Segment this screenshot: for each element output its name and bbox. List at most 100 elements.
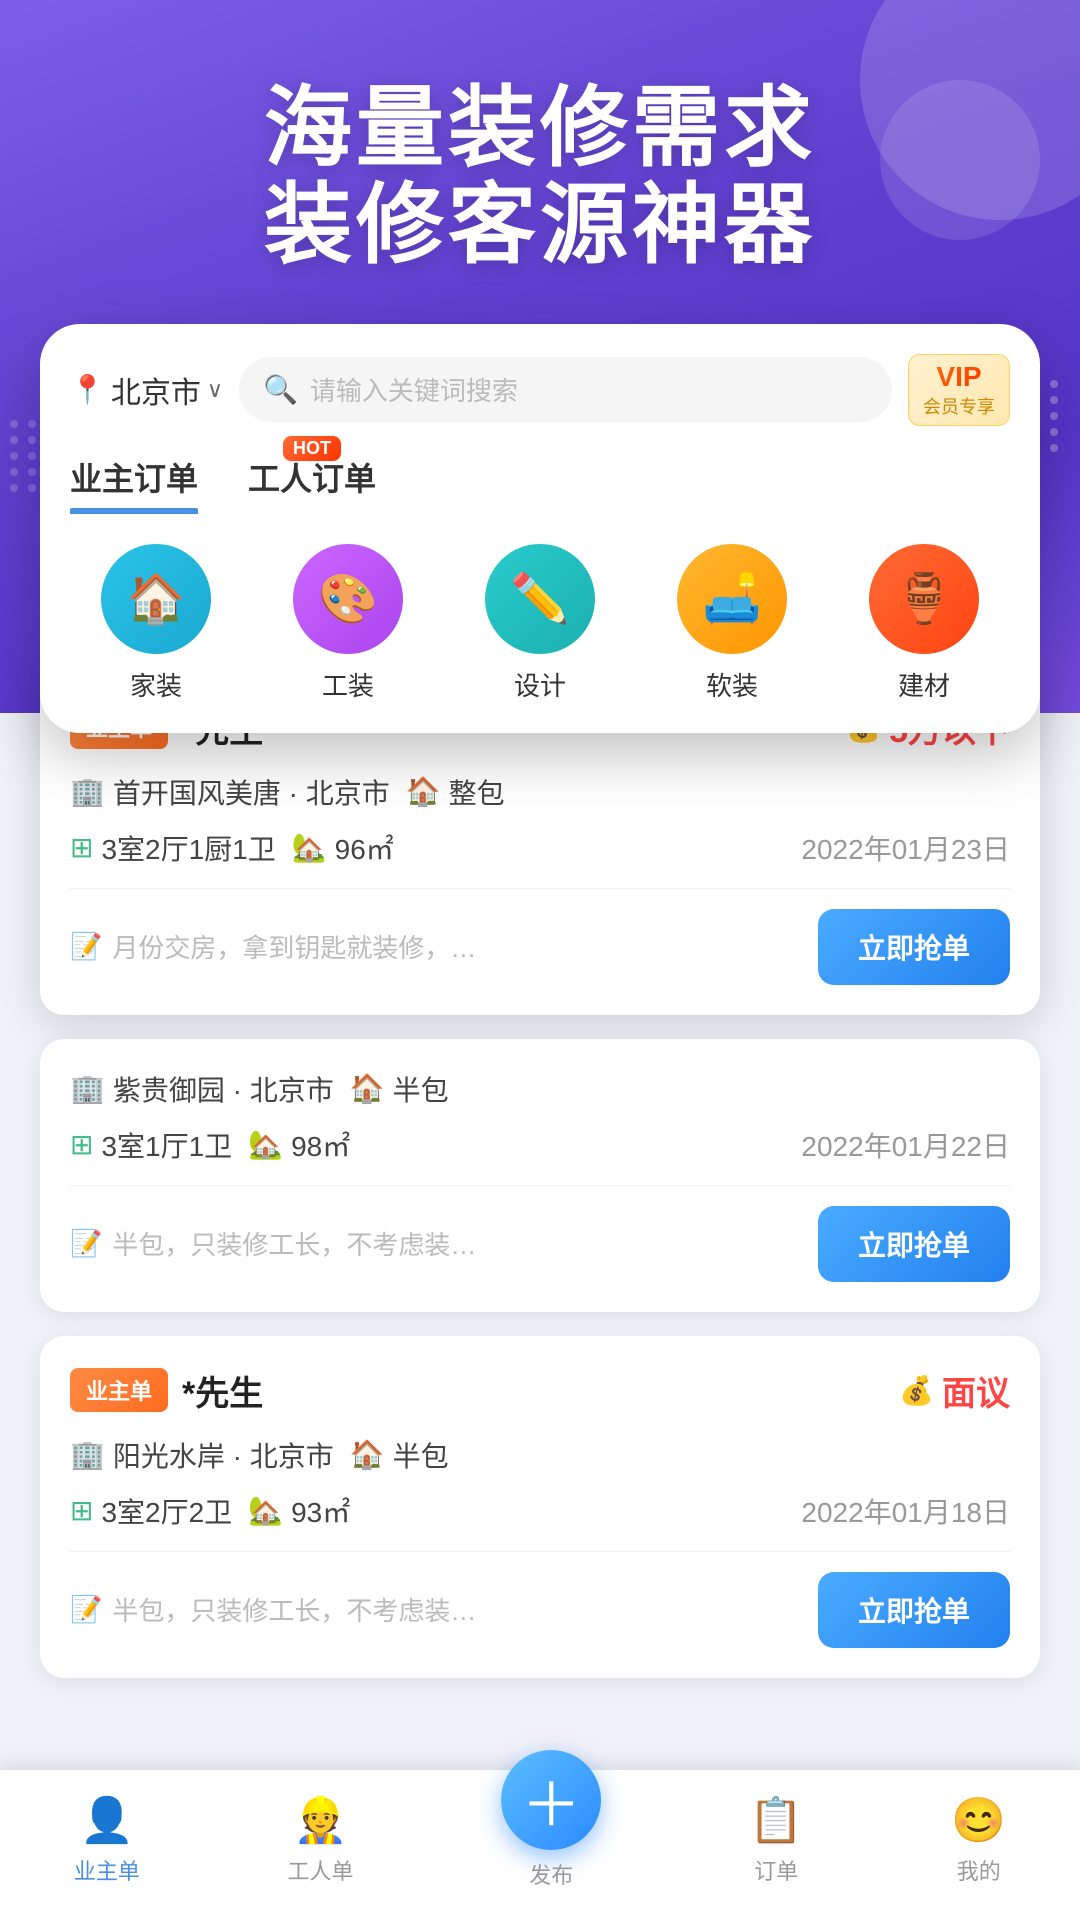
- nav-worker-icon: 👷: [293, 1794, 348, 1846]
- fab-publish-button[interactable]: ＋: [501, 1750, 601, 1850]
- package-text-1: 整包: [449, 772, 505, 812]
- nav-owner-icon: 👤: [79, 1794, 134, 1846]
- location-pin-icon: 📍: [70, 373, 105, 406]
- community-info-3: 🏢 阳光水岸 · 北京市: [70, 1435, 334, 1475]
- note-icon-2: 📝: [70, 1228, 102, 1259]
- community-info-1: 🏢 首开国风美唐 · 北京市: [70, 772, 390, 812]
- location-button[interactable]: 📍 北京市 ∨: [70, 368, 223, 412]
- community-text-2: 紫贵御园 · 北京市: [113, 1069, 334, 1109]
- rooms-text-2: 3室1厅1卫: [101, 1125, 232, 1165]
- category-design-icon: ✏️: [485, 544, 595, 654]
- order-card-2: 🏢 紫贵御园 · 北京市 🏠 半包 ⊞ 3室1厅1卫 🏡 98㎡ 2: [40, 1039, 1040, 1312]
- card-bottom-3: 📝 半包，只装修工长，不考虑装… 立即抢单: [70, 1551, 1010, 1648]
- customer-name-3: *先生: [182, 1366, 263, 1415]
- package-icon-3: 🏠: [350, 1438, 385, 1471]
- card-bottom-1: 📝 月份交房，拿到钥匙就装修，… 立即抢单: [70, 888, 1010, 985]
- category-row: 🏠 家装 🎨 工装 ✏️ 设计 🛋️ 软装 🏺 建材: [70, 544, 1010, 703]
- vip-badge[interactable]: VIP 会员专享: [908, 354, 1010, 426]
- card-detail-row-3: ⊞ 3室2厅2卫 🏡 93㎡ 2022年01月18日: [70, 1491, 1010, 1531]
- category-material[interactable]: 🏺 建材: [869, 544, 979, 703]
- community-info-2: 🏢 紫贵御园 · 北京市: [70, 1069, 334, 1109]
- fab-plus-icon: ＋: [521, 1757, 581, 1844]
- nav-owner[interactable]: 👤 业主单: [74, 1794, 140, 1886]
- rooms-text-1: 3室2厅1厨1卫: [101, 828, 275, 868]
- tabs-row: 业主订单 工人订单 HOT: [70, 454, 1010, 514]
- search-box[interactable]: 🔍 请输入关键词搜索: [239, 357, 892, 422]
- card-note-2: 📝 半包，只装修工长，不考虑装…: [70, 1225, 818, 1262]
- category-soft-icon: 🛋️: [677, 544, 787, 654]
- building-icon-2: 🏢: [70, 1072, 105, 1105]
- vip-sublabel: 会员专享: [923, 393, 995, 419]
- area-icon-3: 🏡: [248, 1494, 283, 1527]
- price-text-3: 面议: [942, 1366, 1010, 1415]
- owner-badge-3: 业主单: [70, 1368, 168, 1412]
- area-icon-2: 🏡: [248, 1128, 283, 1161]
- card-note-3: 📝 半包，只装修工长，不考虑装…: [70, 1591, 818, 1628]
- rooms-icon-1: ⊞: [70, 831, 93, 864]
- category-commercial-label: 工装: [322, 666, 374, 703]
- bottom-navigation: 👤 业主单 👷 工人单 ＋ 发布 📋 订单 😊 我的: [0, 1770, 1080, 1920]
- building-icon-1: 🏢: [70, 775, 105, 808]
- location-text: 北京市: [111, 368, 201, 412]
- grab-button-1[interactable]: 立即抢单: [818, 909, 1010, 985]
- area-info-1: 🏡 96㎡: [292, 828, 394, 868]
- community-text-3: 阳光水岸 · 北京市: [113, 1435, 334, 1475]
- hero-title-1: 海量装修需求: [60, 80, 1020, 177]
- community-text-1: 首开国风美唐 · 北京市: [113, 772, 390, 812]
- nav-order-icon: 📋: [749, 1794, 804, 1846]
- nav-mine[interactable]: 😊 我的: [951, 1794, 1006, 1886]
- card-detail-row-1: ⊞ 3室2厅1厨1卫 🏡 96㎡ 2022年01月23日: [70, 828, 1010, 868]
- area-info-2: 🏡 98㎡: [248, 1125, 350, 1165]
- category-design-label: 设计: [514, 666, 566, 703]
- category-home-icon: 🏠: [101, 544, 211, 654]
- tab-owner-orders[interactable]: 业主订单: [70, 454, 198, 514]
- content-area: 业主单 *先生 💰 5万以下 🏢 首开国风美唐 · 北京市: [0, 713, 1080, 1862]
- category-soft[interactable]: 🛋️ 软装: [677, 544, 787, 703]
- area-text-3: 93㎡: [291, 1491, 350, 1531]
- area-text-1: 96㎡: [335, 828, 394, 868]
- rooms-icon-2: ⊞: [70, 1128, 93, 1161]
- nav-mine-icon: 😊: [951, 1794, 1006, 1846]
- nav-order[interactable]: 📋 订单: [749, 1794, 804, 1886]
- category-home[interactable]: 🏠 家装: [101, 544, 211, 703]
- price-info-3: 💰 面议: [899, 1366, 1010, 1415]
- search-row: 📍 北京市 ∨ 🔍 请输入关键词搜索 VIP 会员专享: [70, 354, 1010, 426]
- note-text-3: 半包，只装修工长，不考虑装…: [112, 1591, 476, 1628]
- rooms-text-3: 3室2厅2卫: [101, 1491, 232, 1531]
- rooms-info-2: ⊞ 3室1厅1卫: [70, 1125, 232, 1165]
- category-material-icon: 🏺: [869, 544, 979, 654]
- price-icon-3: 💰: [899, 1374, 934, 1407]
- nav-owner-label: 业主单: [74, 1854, 140, 1886]
- card-location-row-2: 🏢 紫贵御园 · 北京市 🏠 半包: [70, 1069, 1010, 1109]
- note-text-1: 月份交房，拿到钥匙就装修，…: [112, 928, 476, 965]
- grab-button-3[interactable]: 立即抢单: [818, 1572, 1010, 1648]
- date-text-1: 2022年01月23日: [801, 828, 1010, 868]
- nav-worker[interactable]: 👷 工人单: [288, 1794, 354, 1886]
- package-info-3: 🏠 半包: [350, 1435, 449, 1475]
- grab-button-2[interactable]: 立即抢单: [818, 1206, 1010, 1282]
- category-design[interactable]: ✏️ 设计: [485, 544, 595, 703]
- rooms-info-3: ⊞ 3室2厅2卫: [70, 1491, 232, 1531]
- category-soft-label: 软装: [706, 666, 758, 703]
- note-icon-1: 📝: [70, 931, 102, 962]
- category-commercial[interactable]: 🎨 工装: [293, 544, 403, 703]
- category-material-label: 建材: [898, 666, 950, 703]
- app-card: 📍 北京市 ∨ 🔍 请输入关键词搜索 VIP 会员专享 业主订单 工人订单 HO…: [40, 324, 1040, 733]
- package-info-2: 🏠 半包: [350, 1069, 449, 1109]
- nav-worker-label: 工人单: [288, 1854, 354, 1886]
- card-note-1: 📝 月份交房，拿到钥匙就装修，…: [70, 928, 818, 965]
- area-icon-1: 🏡: [292, 831, 327, 864]
- rooms-icon-3: ⊞: [70, 1494, 93, 1527]
- card-location-row-3: 🏢 阳光水岸 · 北京市 🏠 半包: [70, 1435, 1010, 1475]
- chevron-down-icon: ∨: [207, 377, 223, 403]
- hero-title-2: 装修客源神器: [60, 177, 1020, 274]
- package-info-1: 🏠 整包: [406, 772, 505, 812]
- nav-mine-label: 我的: [957, 1854, 1001, 1886]
- card-bottom-2: 📝 半包，只装修工长，不考虑装… 立即抢单: [70, 1185, 1010, 1282]
- category-home-label: 家装: [130, 666, 182, 703]
- card-detail-row-2: ⊞ 3室1厅1卫 🏡 98㎡ 2022年01月22日: [70, 1125, 1010, 1165]
- category-commercial-icon: 🎨: [293, 544, 403, 654]
- nav-publish[interactable]: ＋ 发布: [501, 1790, 601, 1890]
- tab-worker-orders[interactable]: 工人订单 HOT: [248, 454, 376, 514]
- nav-order-label: 订单: [754, 1854, 798, 1886]
